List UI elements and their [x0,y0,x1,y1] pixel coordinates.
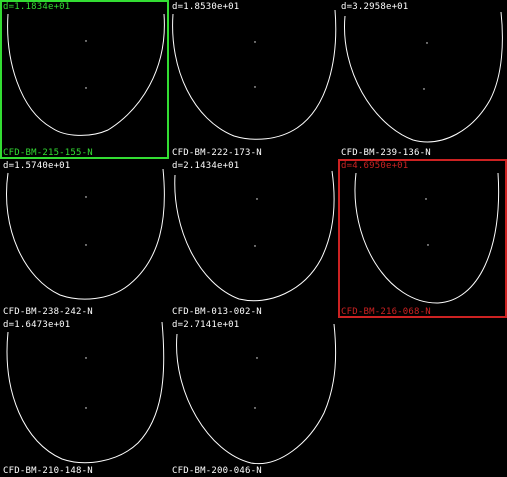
distance-label: d=1.6473e+01 [3,320,71,330]
thumbnail-cell[interactable]: d=1.1834e+01 CFD-BM-215-155-N [0,0,169,159]
distance-label: d=2.7141e+01 [172,320,240,330]
distance-label: d=1.1834e+01 [3,2,71,12]
contour-curve [172,9,337,140]
thumbnail-cell[interactable]: d=2.1434e+01 CFD-BM-013-002-N [169,159,338,318]
distance-label: d=4.6950e+01 [341,161,409,171]
thumbnail-grid: d=1.1834e+01 CFD-BM-215-155-N d=1.8530e+… [0,0,507,477]
contour-curve [6,321,165,464]
case-id-label: CFD-BM-222-173-N [172,148,262,158]
case-id-label: CFD-BM-216-068-N [341,307,431,317]
case-id-label: CFD-BM-013-002-N [172,307,262,317]
thumbnail-cell[interactable]: d=2.7141e+01 CFD-BM-200-046-N [169,318,338,477]
contour-curve [6,168,165,300]
contour-curve [174,170,335,302]
thumbnail-cell[interactable]: d=1.6473e+01 CFD-BM-210-148-N [0,318,169,477]
thumbnail-cell[interactable]: d=4.6950e+01 CFD-BM-216-068-N [338,159,507,318]
distance-label: d=2.1434e+01 [172,161,240,171]
thumbnail-cell[interactable]: d=1.5740e+01 CFD-BM-238-242-N [0,159,169,318]
contour-curve [354,172,500,304]
case-id-label: CFD-BM-239-136-N [341,148,431,158]
thumbnail-cell[interactable]: d=3.2958e+01 CFD-BM-239-136-N [338,0,507,159]
distance-label: d=1.8530e+01 [172,2,240,12]
case-id-label: CFD-BM-215-155-N [3,148,93,158]
contour-curve [7,13,165,136]
distance-label: d=3.2958e+01 [341,2,409,12]
contour-curve [344,11,503,143]
case-id-label: CFD-BM-238-242-N [3,307,93,317]
distance-label: d=1.5740e+01 [3,161,71,171]
case-id-label: CFD-BM-210-148-N [3,466,93,476]
contour-curve [176,323,337,465]
thumbnail-cell[interactable]: d=1.8530e+01 CFD-BM-222-173-N [169,0,338,159]
case-id-label: CFD-BM-200-046-N [172,466,262,476]
